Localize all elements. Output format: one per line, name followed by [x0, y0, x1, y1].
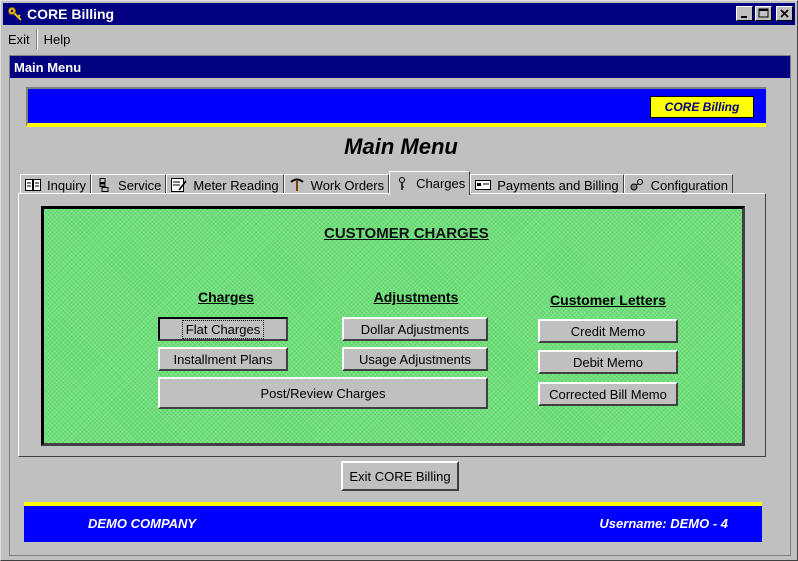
- tab-label: Payments and Billing: [497, 177, 619, 193]
- inquiry-icon: [25, 178, 41, 192]
- main-menu-window: Main Menu CORE Billing Main Menu Inquiry…: [9, 55, 791, 556]
- exit-core-billing-button[interactable]: Exit CORE Billing: [341, 461, 459, 491]
- tab-label: Inquiry: [47, 177, 87, 193]
- page-title: Main Menu: [344, 134, 458, 159]
- child-window-title: Main Menu: [14, 59, 82, 75]
- tab-label: Charges: [416, 176, 466, 191]
- menu-help[interactable]: Help: [39, 32, 76, 47]
- child-title-bar[interactable]: Main Menu: [10, 56, 790, 78]
- tab-configuration[interactable]: Configuration: [623, 174, 733, 195]
- customer-charges-panel: CUSTOMER CHARGES Charges Adjustments Cus…: [41, 206, 745, 446]
- title-bar[interactable]: CORE Billing: [3, 3, 795, 25]
- close-button[interactable]: [776, 6, 793, 21]
- company-name: DEMO COMPANY: [88, 516, 197, 531]
- minimize-button[interactable]: [736, 6, 753, 21]
- usage-adjustments-button[interactable]: Usage Adjustments: [342, 347, 488, 371]
- work-orders-icon: [289, 178, 305, 192]
- tab-label: Work Orders: [310, 177, 385, 193]
- tab-label: Meter Reading: [193, 177, 279, 193]
- panel-title: CUSTOMER CHARGES: [324, 225, 489, 242]
- username-label: Username: DEMO - 4: [599, 516, 728, 531]
- tab-work-orders[interactable]: Work Orders: [283, 174, 390, 195]
- maximize-icon: [758, 8, 769, 18]
- payments-icon: [475, 178, 492, 192]
- window-title: CORE Billing: [27, 6, 115, 22]
- close-icon: [780, 9, 789, 18]
- charges-heading: Charges: [197, 289, 255, 305]
- charges-icon: [394, 176, 410, 191]
- flat-charges-button[interactable]: Flat Charges: [158, 317, 288, 341]
- tab-inquiry[interactable]: Inquiry: [20, 174, 92, 195]
- dollar-adjustments-button[interactable]: Dollar Adjustments: [342, 317, 488, 341]
- tab-payments-and-billing[interactable]: Payments and Billing: [470, 174, 624, 195]
- brand-badge: CORE Billing: [650, 96, 754, 118]
- key-icon: [6, 5, 24, 23]
- tab-label: Service: [118, 177, 162, 193]
- menu-exit[interactable]: Exit: [3, 32, 35, 47]
- footer-banner: DEMO COMPANY Username: DEMO - 4: [24, 502, 762, 542]
- credit-memo-button[interactable]: Credit Memo: [538, 319, 678, 343]
- configuration-icon: [629, 178, 645, 192]
- tab-service[interactable]: Service: [91, 174, 167, 195]
- minimize-icon: [741, 16, 747, 18]
- installment-plans-button[interactable]: Installment Plans: [158, 347, 288, 371]
- customer-letters-heading: Customer Letters: [550, 292, 666, 308]
- debit-memo-button[interactable]: Debit Memo: [538, 350, 678, 374]
- meter-reading-icon: [171, 178, 188, 192]
- corrected-bill-memo-button[interactable]: Corrected Bill Memo: [538, 382, 678, 406]
- app-window: CORE Billing Exit Help Main Menu CORE Bi…: [0, 0, 798, 561]
- menu-separator: [35, 29, 38, 49]
- tab-strip: Inquiry Service Meter Reading Work Order…: [20, 171, 733, 195]
- service-icon: [96, 178, 112, 192]
- maximize-button[interactable]: [755, 6, 772, 21]
- tab-charges[interactable]: Charges: [389, 171, 471, 195]
- tab-label: Configuration: [650, 177, 728, 193]
- menu-bar: Exit Help: [3, 27, 795, 51]
- post-review-charges-button[interactable]: Post/Review Charges: [158, 377, 488, 409]
- adjustments-heading: Adjustments: [373, 289, 459, 305]
- header-banner: CORE Billing: [26, 87, 766, 127]
- tab-meter-reading[interactable]: Meter Reading: [166, 174, 284, 195]
- charges-tab-panel: CUSTOMER CHARGES Charges Adjustments Cus…: [18, 193, 766, 457]
